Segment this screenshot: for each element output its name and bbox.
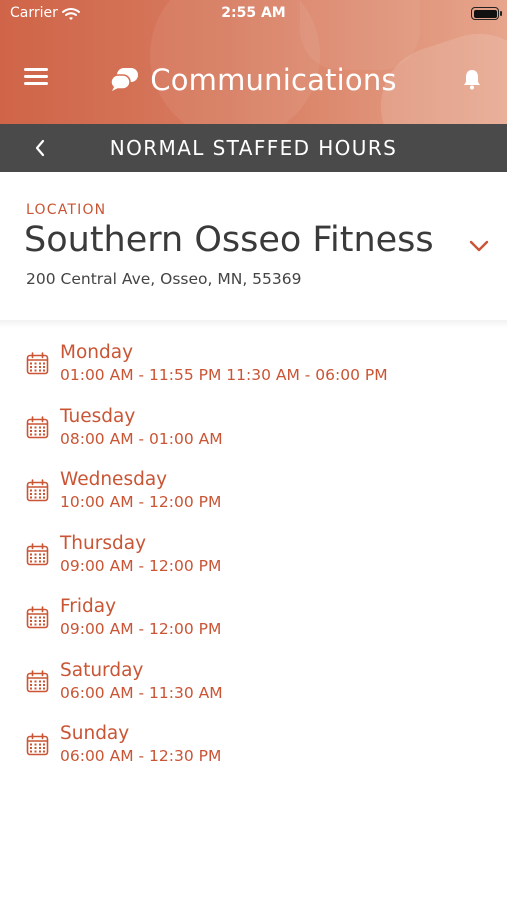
bell-icon[interactable] — [461, 68, 483, 90]
list-item: Monday 01:00 AM - 11:55 PM 11:30 AM - 06… — [0, 342, 507, 406]
list-item: Tuesday 08:00 AM - 01:00 AM — [0, 406, 507, 470]
day-hours: 10:00 AM - 12:00 PM — [60, 493, 222, 511]
day-name: Thursday — [60, 532, 147, 554]
day-name: Sunday — [60, 723, 130, 744]
app-header: Carrier 2:55 AM Communications — [0, 0, 507, 124]
day-name: Tuesday — [60, 405, 136, 427]
list-item: Wednesday 10:00 AM - 12:00 PM — [0, 469, 507, 533]
header-title-group: Communications — [0, 60, 507, 100]
battery-icon — [471, 7, 502, 20]
list-item: Saturday 06:00 AM - 11:30 AM — [0, 660, 507, 724]
list-item: Sunday 06:00 AM - 12:30 PM — [0, 723, 507, 787]
calendar-icon — [26, 352, 49, 375]
list-item: Friday 09:00 AM - 12:00 PM — [0, 596, 507, 660]
location-name: Southern Osseo Fitness — [24, 220, 434, 260]
location-label: LOCATION — [26, 202, 107, 218]
location-selector[interactable]: LOCATION Southern Osseo Fitness 200 Cent… — [0, 172, 507, 320]
location-address: 200 Central Ave, Osseo, MN, 55369 — [26, 270, 302, 288]
calendar-icon — [26, 415, 49, 439]
section-title: NORMAL STAFFED HOURS — [109, 136, 398, 160]
day-name: Wednesday — [60, 469, 168, 490]
day-name: Monday — [60, 342, 134, 363]
calendar-icon — [26, 479, 49, 502]
status-bar: Carrier 2:55 AM — [0, 0, 507, 28]
section-bar: NORMAL STAFFED HOURS — [0, 124, 507, 172]
day-hours: 06:00 AM - 12:30 PM — [60, 747, 222, 765]
calendar-icon — [26, 733, 49, 756]
day-name: Friday — [60, 596, 117, 617]
calendar-icon — [26, 542, 49, 566]
chat-bubbles-icon — [110, 66, 140, 96]
hours-list: Monday 01:00 AM - 11:55 PM 11:30 AM - 06… — [0, 342, 507, 787]
calendar-icon — [26, 606, 49, 629]
day-hours: 09:00 AM - 12:00 PM — [60, 620, 222, 638]
day-hours: 01:00 AM - 11:55 PM 11:30 AM - 06:00 PM — [60, 366, 388, 384]
calendar-icon — [26, 669, 49, 693]
page-title: Communications — [150, 63, 397, 97]
day-hours: 08:00 AM - 01:00 AM — [60, 429, 223, 448]
chevron-down-icon[interactable] — [467, 234, 491, 258]
day-hours: 09:00 AM - 12:00 PM — [60, 556, 222, 575]
divider — [0, 320, 507, 328]
status-time: 2:55 AM — [221, 5, 286, 21]
day-hours: 06:00 AM - 11:30 AM — [60, 683, 223, 702]
day-name: Saturday — [60, 659, 144, 681]
list-item: Thursday 09:00 AM - 12:00 PM — [0, 533, 507, 597]
